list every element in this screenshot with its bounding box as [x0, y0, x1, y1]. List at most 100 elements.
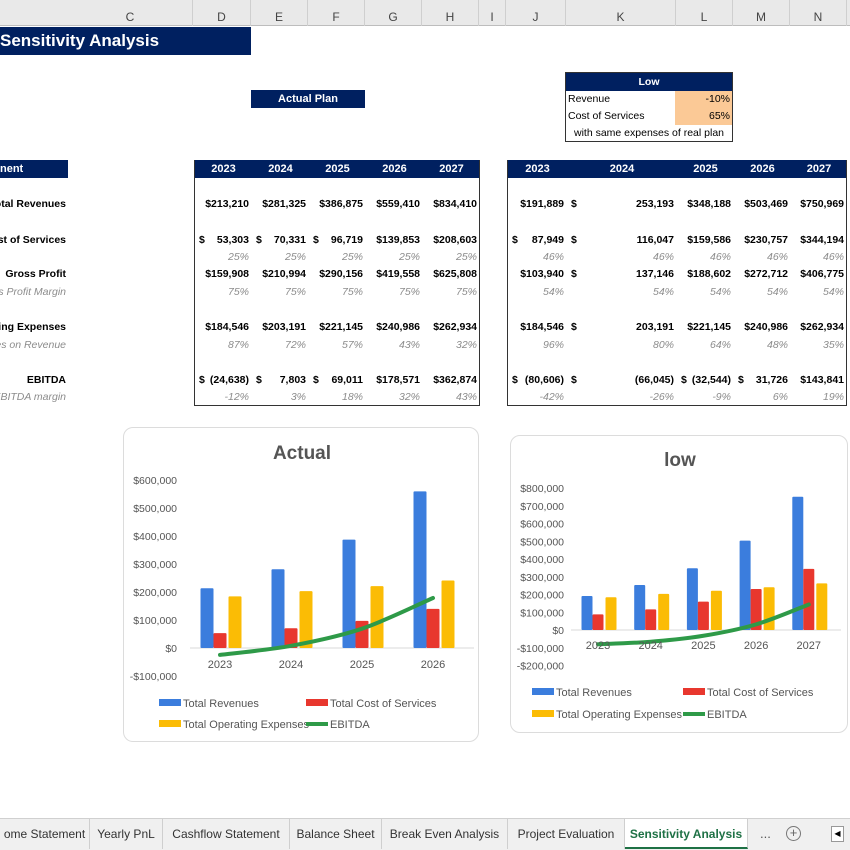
cell-value: 80% [652, 339, 674, 351]
column-header-bar: CDEFGHIJKLMN [0, 0, 850, 26]
legend-label: Total Cost of Services [330, 698, 437, 710]
year-header: 2025 [325, 163, 350, 175]
cell-value: $406,775 [800, 268, 844, 280]
column-header-l[interactable]: L [676, 0, 733, 26]
sheet-tab[interactable]: Cashflow Statement [163, 819, 290, 849]
statement-header: nent [0, 160, 68, 178]
y-tick-label: -$100,000 [517, 643, 564, 655]
column-header-g[interactable]: G [365, 0, 422, 26]
cell-value: 116,047 [636, 234, 674, 246]
x-tick-label: 2026 [421, 659, 445, 671]
cell-value: 253,193 [636, 198, 674, 210]
column-header-c[interactable]: C [68, 0, 193, 26]
table-cell: $ (80,606) [508, 372, 567, 388]
more-tabs-button[interactable]: ... [760, 826, 771, 841]
y-tick-label: $100,000 [520, 607, 564, 619]
low-revenue-row: Revenue -10% [566, 91, 732, 108]
sheet-tab[interactable]: Balance Sheet [290, 819, 382, 849]
table-cell: $ (66,045) [567, 372, 677, 388]
cost-of-services-input[interactable]: 65% [675, 108, 732, 125]
cell-value: $750,969 [800, 198, 844, 210]
cell-value: 87,949 [531, 234, 564, 246]
bar-total-cost-of-services [213, 633, 227, 648]
cell-value: 75% [341, 286, 363, 298]
cell-value: 96,719 [330, 234, 363, 246]
y-tick-label: $600,000 [133, 475, 177, 487]
column-header-d[interactable]: D [193, 0, 251, 26]
column-header-i[interactable]: I [479, 0, 506, 26]
revenue-input[interactable]: -10% [675, 91, 732, 108]
column-header-e[interactable]: E [251, 0, 308, 26]
column-header-k[interactable]: K [566, 0, 676, 26]
bar-total-revenues [271, 569, 285, 648]
plus-circle-icon[interactable]: + [786, 826, 801, 841]
table-cell: $348,188 [677, 196, 734, 212]
bar-total-operating-expenses [710, 590, 722, 630]
table-cell: $221,145 [677, 319, 734, 335]
row-label: ating Expenses [0, 321, 66, 333]
cell-value: (66,045) [634, 374, 674, 386]
column-header-f[interactable]: F [308, 0, 365, 26]
sheet-tab[interactable]: Sensitivity Analysis [625, 819, 748, 849]
table-cell: $503,469 [734, 196, 791, 212]
column-header-j[interactable]: J [506, 0, 566, 26]
sheet-tab[interactable]: Break Even Analysis [382, 819, 508, 849]
table-cell: $362,874 [423, 372, 480, 388]
bar-total-cost-of-services [426, 608, 440, 648]
table-cell: $116,047 [567, 232, 677, 248]
y-tick-label: -$100,000 [130, 671, 177, 683]
table-cell: 64% [677, 337, 734, 353]
table-cell: 54% [508, 284, 567, 300]
x-tick-label: 2025 [691, 640, 715, 652]
bar-total-operating-expenses [816, 583, 828, 630]
cell-value: $178,571 [376, 374, 420, 386]
cell-value: 25% [341, 251, 363, 263]
cell-value: 48% [766, 339, 788, 351]
sheet-tab[interactable]: ome Statement [0, 819, 90, 849]
table-cell: $69,011 [309, 372, 366, 388]
y-tick-label: $500,000 [133, 503, 177, 515]
year-header: 2027 [806, 163, 832, 175]
sheet-tab[interactable]: Project Evaluation [508, 819, 625, 849]
table-cell: 46% [677, 249, 734, 265]
triangle-left-icon[interactable]: ◀ [831, 826, 844, 842]
bar-total-cost-of-services [803, 568, 815, 630]
table-cell: $7,803 [252, 372, 309, 388]
column-header-h[interactable]: H [422, 0, 479, 26]
column-header-n[interactable]: N [790, 0, 847, 26]
column-header-m[interactable]: M [733, 0, 790, 26]
table-cell: $159,586 [677, 232, 734, 248]
cell-value: $290,156 [319, 268, 363, 280]
y-tick-label: $400,000 [520, 554, 564, 566]
row-label: ost of Services [0, 234, 66, 246]
actual-plan-table: 2023 2024 2025 2026 2027 $213,210 $281,325 $386… [194, 160, 480, 406]
low-chart[interactable]: low $800,000 $700,000 $600,000 $500,000 $400,… [510, 435, 848, 733]
ebitda-line [218, 596, 435, 657]
cell-value: -26% [649, 391, 674, 403]
sheet-tab[interactable]: Yearly PnL [90, 819, 163, 849]
cell-value: $159,908 [205, 268, 249, 280]
table-cell: -9% [677, 389, 734, 405]
legend-swatch [532, 688, 554, 695]
bar-total-revenues [739, 540, 751, 630]
table-cell: -26% [567, 389, 677, 405]
table-cell: $203,191 [252, 319, 309, 335]
legend-label: EBITDA [707, 709, 747, 721]
cell-value: $188,602 [687, 268, 731, 280]
bar-total-cost-of-services [697, 601, 709, 630]
cell-value: (32,544) [691, 374, 731, 386]
cell-value: 54% [542, 286, 564, 298]
actual-chart[interactable]: Actual $600,000 $500,000 $400,000 $300,000 $2… [123, 427, 479, 742]
currency-symbol: $ [571, 234, 577, 246]
currency-symbol: $ [571, 321, 577, 333]
table-cell: 25% [366, 249, 423, 265]
table-cell: $344,194 [791, 232, 847, 248]
cell-value: 70,331 [273, 234, 306, 246]
currency-symbol: $ [256, 374, 262, 386]
cell-value: 75% [227, 286, 249, 298]
table-cell: 87% [195, 337, 252, 353]
chart-svg: Actual $600,000 $500,000 $400,000 $300,000 $2… [130, 443, 474, 731]
cell-value: 75% [284, 286, 306, 298]
y-tick-label: $500,000 [520, 536, 564, 548]
cell-value: $221,145 [687, 321, 731, 333]
